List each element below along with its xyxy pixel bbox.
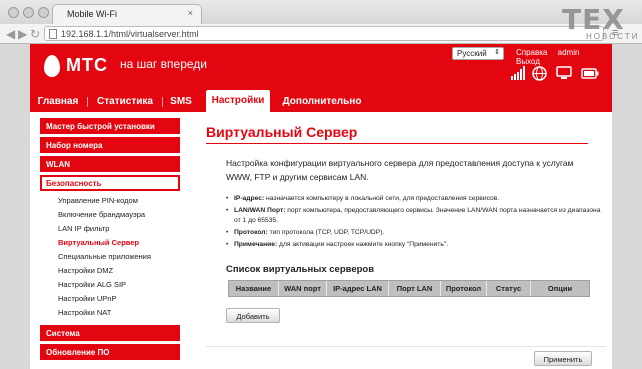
tab-advanced[interactable]: Дополнительно [280, 92, 364, 112]
main-panel: Виртуальный Сервер Настройка конфигураци… [206, 112, 606, 369]
sidebar-item-wlan[interactable]: WLAN [40, 156, 180, 172]
sidebar-subitem-upnp[interactable]: Настройки UPnP [58, 294, 116, 303]
menu-divider [87, 97, 88, 107]
reload-icon[interactable]: ↻ [30, 27, 40, 41]
bullet-text: назначается компьютеру в локальной сети,… [264, 195, 500, 202]
sidebar-item-system[interactable]: Система [40, 325, 180, 341]
tab-statistics[interactable]: Статистика [94, 92, 156, 112]
sidebar-subitem-virtual-server[interactable]: Виртуальный Сервер [58, 238, 139, 247]
footer-divider [206, 346, 606, 347]
bullet-term: Примечание: [234, 241, 278, 248]
table-header-wan-port: WAN порт [279, 281, 327, 296]
back-arrow-icon[interactable]: ◀ [6, 27, 15, 41]
close-window-icon[interactable] [8, 7, 19, 18]
page-icon [49, 29, 57, 39]
sidebar-item-security[interactable]: Безопасность [40, 175, 180, 191]
page-title: Виртуальный Сервер [206, 124, 358, 140]
table-header-options: Опции [547, 284, 573, 293]
bullet-term: IP-адрес: [234, 195, 265, 202]
sidebar-subitem-firewall[interactable]: Включение брандмауэра [58, 210, 145, 219]
title-divider [206, 143, 588, 144]
menu-divider [162, 97, 163, 107]
mts-egg-icon [44, 55, 60, 77]
chevron-updown-icon: ⇕ [494, 49, 500, 56]
slogan: на шаг впереди [120, 57, 207, 71]
logout-link[interactable]: Выход [516, 57, 540, 66]
sidebar-subitem-dmz[interactable]: Настройки DMZ [58, 266, 113, 275]
sidebar-subitem-lan-ip-filter[interactable]: LAN IP фильтр [58, 224, 109, 233]
tab-sms[interactable]: SMS [167, 92, 195, 112]
globe-icon [532, 66, 547, 81]
sidebar-subitem-pin[interactable]: Управление PIN-кодом [58, 196, 138, 205]
tab-home[interactable]: Главная [36, 92, 80, 112]
browser-toolbar: ◀ ▶ ↻ 192.168.1.1/html/virtualserver.htm… [0, 24, 642, 44]
page-description: Настройка конфигурации виртуального серв… [226, 158, 574, 182]
battery-icon [581, 68, 599, 79]
monitor-icon [556, 66, 572, 79]
browser-tab[interactable]: Mobile Wi-Fi × [52, 4, 202, 24]
sidebar-subitem-alg-sip[interactable]: Настройки ALG SIP [58, 280, 126, 289]
language-select[interactable]: Русский ⇕ [452, 47, 504, 60]
logo-text: МТС [66, 55, 108, 75]
top-links: Справка admin Выход [508, 48, 612, 66]
help-link[interactable]: Справка [516, 48, 547, 57]
server-list-title: Список виртуальных серверов [226, 264, 375, 275]
watermark-main: TEX [562, 3, 625, 36]
language-value: Русский [457, 49, 487, 58]
bullet-note: Примечание: для активации настроек нажми… [226, 240, 601, 250]
sidebar-subitem-nat[interactable]: Настройки NAT [58, 308, 111, 317]
forward-arrow-icon[interactable]: ▶ [18, 27, 27, 41]
bullet-port: LAN/WAN Порт: порт компьютера, предостав… [226, 206, 601, 226]
table-header-status: Статус [487, 281, 531, 296]
watermark-sub: НОВОСТИ [586, 32, 640, 41]
user-link[interactable]: admin [558, 48, 580, 57]
minimize-window-icon[interactable] [23, 7, 34, 18]
sidebar-subitem-special-apps[interactable]: Специальные приложения [58, 252, 151, 261]
add-button[interactable]: Добавить [226, 308, 280, 323]
sidebar-item-dialup[interactable]: Набор номера [40, 137, 180, 153]
table-header-name: Название [229, 281, 279, 296]
content-area: Мастер быстрой установки Набор номера WL… [30, 112, 612, 369]
tab-settings[interactable]: Настройки [206, 90, 270, 112]
bullet-text: для активации настроек нажмите кнопку "П… [277, 241, 449, 248]
router-header: МТС на шаг впереди Русский ⇕ Справка adm… [30, 44, 612, 112]
apply-button[interactable]: Применить [534, 351, 592, 366]
browser-tab-title: Mobile Wi-Fi [67, 9, 118, 19]
virtual-server-table: Название WAN порт IP-адрес LAN Порт LAN … [228, 280, 590, 297]
bullet-text: тип протокола (TCP, UDP, TCP/UDP). [267, 229, 385, 236]
bullet-text: порт компьютера, предоставляющего сервис… [234, 207, 601, 224]
watermark-logo: TEX НОВОСТИ [562, 6, 638, 46]
tab-close-icon[interactable]: × [188, 8, 193, 18]
sidebar-item-quick-setup[interactable]: Мастер быстрой установки [40, 118, 180, 134]
bullet-ip: IP-адрес: назначается компьютеру в локал… [226, 194, 601, 204]
browser-titlebar: Mobile Wi-Fi × [0, 0, 642, 24]
bullet-term: LAN/WAN Порт: [234, 207, 286, 214]
sidebar-item-update[interactable]: Обновление ПО [40, 344, 180, 360]
url-text: 192.168.1.1/html/virtualserver.html [61, 29, 199, 39]
signal-bars-icon [511, 66, 525, 80]
maximize-window-icon[interactable] [38, 7, 49, 18]
bullet-term: Протокол: [234, 229, 268, 236]
url-input[interactable]: 192.168.1.1/html/virtualserver.html [44, 26, 604, 41]
table-header-protocol: Протокол [441, 281, 487, 296]
table-header-lan-port: Порт LAN [389, 281, 441, 296]
table-header-lan-ip: IP-адрес LAN [327, 281, 389, 296]
bullet-protocol: Протокол: тип протокола (TCP, UDP, TCP/U… [226, 228, 601, 238]
